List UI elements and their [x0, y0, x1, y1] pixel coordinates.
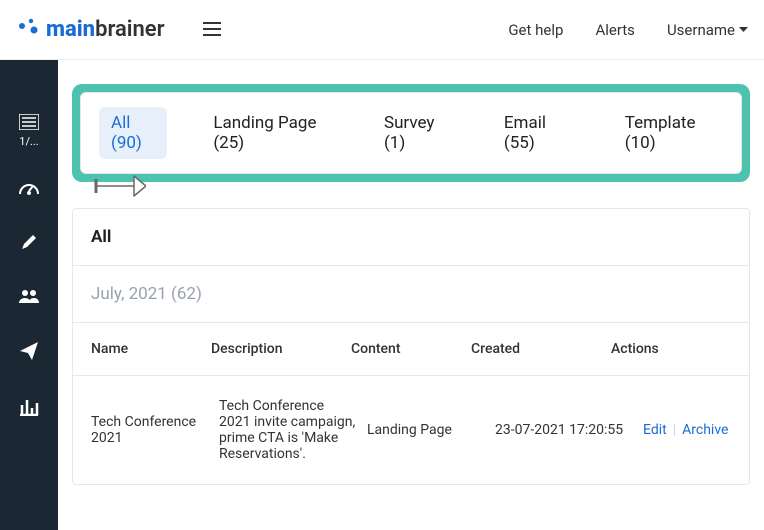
col-actions: Actions: [611, 341, 731, 357]
tabs-bar: All (90) Landing Page (25) Survey (1) Em…: [80, 92, 742, 174]
pencil-icon: [20, 233, 38, 251]
logo-icon: [16, 17, 42, 43]
username-menu[interactable]: Username: [667, 21, 748, 39]
callout-arrow-icon: [90, 168, 146, 208]
tab-email[interactable]: Email (55): [492, 107, 579, 159]
chevron-down-icon: [739, 27, 748, 33]
send-icon: [19, 341, 39, 361]
cell-name: Tech Conference 2021: [91, 414, 211, 446]
col-name: Name: [91, 341, 211, 357]
tab-landing-page[interactable]: Landing Page (25): [201, 107, 338, 159]
tab-survey[interactable]: Survey (1): [372, 107, 458, 159]
cell-description: Tech Conference 2021 invite campaign, pr…: [219, 398, 359, 462]
edit-link[interactable]: Edit: [643, 422, 667, 438]
sidebar-item-list[interactable]: 1/...: [19, 114, 39, 148]
logo[interactable]: mainbrainer: [16, 17, 165, 43]
col-description: Description: [211, 341, 351, 357]
chart-icon: [19, 398, 39, 416]
sidebar-item-edit[interactable]: [20, 233, 38, 256]
sidebar-item-reports[interactable]: [19, 398, 39, 421]
sidebar-item-label: 1/...: [19, 135, 39, 148]
alerts-link[interactable]: Alerts: [595, 21, 635, 39]
tabs-highlight: All (90) Landing Page (25) Survey (1) Em…: [72, 84, 750, 182]
menu-icon[interactable]: [195, 17, 229, 42]
col-content: Content: [351, 341, 471, 357]
table-header: Name Description Content Created Actions: [73, 323, 749, 376]
cell-actions: Edit|Archive: [643, 422, 731, 438]
archive-link[interactable]: Archive: [682, 422, 728, 438]
main-content: All (90) Landing Page (25) Survey (1) Em…: [58, 60, 764, 530]
gauge-icon: [18, 180, 40, 196]
logo-text: mainbrainer: [46, 17, 165, 42]
tab-all[interactable]: All (90): [99, 107, 167, 159]
sidebar-item-dashboard[interactable]: [18, 180, 40, 201]
users-icon: [18, 288, 40, 304]
col-created: Created: [471, 341, 611, 357]
cell-created: 23-07-2021 17:20:55: [495, 422, 635, 438]
section-title: All: [73, 209, 749, 266]
tab-template[interactable]: Template (10): [613, 107, 723, 159]
sidebar-item-users[interactable]: [18, 288, 40, 309]
month-group[interactable]: July, 2021 (62): [73, 266, 749, 323]
cell-content: Landing Page: [367, 422, 487, 438]
sidebar-item-send[interactable]: [19, 341, 39, 366]
sidebar: 1/...: [0, 60, 58, 530]
topbar: mainbrainer Get help Alerts Username: [0, 0, 764, 60]
content-card: All July, 2021 (62) Name Description Con…: [72, 208, 750, 485]
get-help-link[interactable]: Get help: [508, 21, 563, 39]
table-row: Tech Conference 2021 Tech Conference 202…: [73, 376, 749, 484]
